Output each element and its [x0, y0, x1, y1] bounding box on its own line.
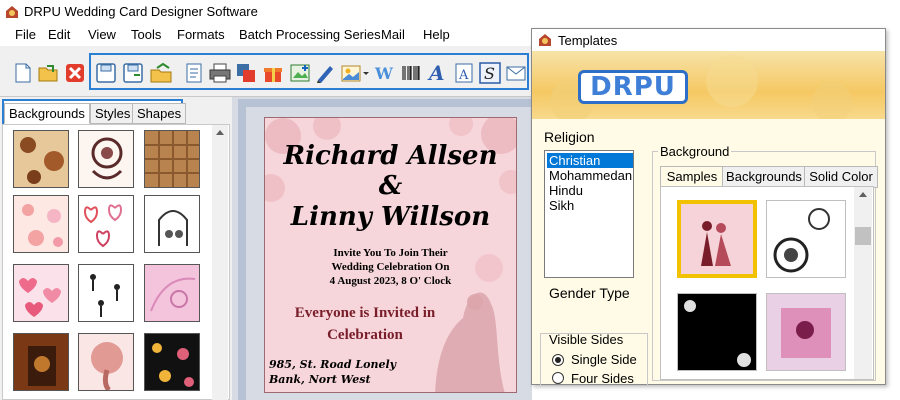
left-panel-tabs: Backgrounds Styles Shapes [2, 99, 187, 124]
background-thumb[interactable] [144, 130, 200, 188]
menu-file[interactable]: File [15, 27, 36, 42]
tab-backgrounds[interactable]: Backgrounds [4, 103, 90, 124]
background-thumb[interactable] [144, 264, 200, 322]
background-thumb[interactable] [78, 264, 134, 322]
svg-text:S: S [484, 64, 495, 83]
card-invite-line1: Invite You To Join Their [333, 247, 448, 259]
text-icon[interactable]: A [427, 60, 449, 84]
mail-icon[interactable] [505, 62, 527, 84]
religion-option-christian[interactable]: Christian [547, 153, 633, 168]
barcode-icon[interactable] [400, 62, 422, 84]
four-sides-label[interactable]: Four Sides [571, 371, 634, 386]
card-everyone-line2: Celebration [327, 327, 403, 343]
picture-icon[interactable] [340, 62, 370, 84]
gift-icon[interactable] [262, 62, 284, 84]
samples-scrollbar[interactable] [854, 187, 872, 379]
religion-label: Religion [544, 129, 595, 145]
visible-sides-label: Visible Sides [549, 332, 624, 347]
menu-mail[interactable]: Mail [381, 27, 405, 42]
menu-edit[interactable]: Edit [48, 27, 70, 42]
title-bar: DRPU Wedding Card Designer Software [0, 0, 532, 24]
sample-template[interactable] [677, 293, 757, 371]
signature-icon[interactable]: S [479, 62, 501, 84]
card-invite-line2: Wedding Celebration On [331, 261, 450, 273]
drpu-logo: DRPU [578, 70, 688, 104]
wordart-icon[interactable]: W [374, 62, 396, 84]
radio-single-side[interactable] [552, 354, 564, 366]
background-thumb[interactable] [13, 264, 69, 322]
menu-batch-processing[interactable]: Batch Processing Series [239, 27, 381, 42]
card-bride-name: Linny Willson [290, 202, 491, 232]
properties-icon[interactable] [183, 62, 205, 84]
sample-template[interactable] [766, 200, 846, 278]
background-thumb[interactable] [78, 195, 134, 253]
tab-samples[interactable]: Samples [660, 166, 724, 188]
tab-solid-color[interactable]: Solid Color [804, 166, 878, 188]
tab-template-backgrounds[interactable]: Backgrounds [722, 166, 806, 188]
scroll-up-icon[interactable] [859, 191, 867, 197]
tab-shapes[interactable]: Shapes [132, 103, 187, 124]
svg-text:A: A [458, 68, 469, 83]
card-everyone-line1: Everyone is Invited in [294, 305, 436, 321]
save-as-icon[interactable] [122, 62, 144, 84]
svg-text:A: A [427, 61, 445, 84]
horizontal-ruler [238, 99, 532, 107]
religion-listbox[interactable]: Christian Mohammedan Hindu Sikh [544, 150, 634, 278]
copy-design-icon[interactable] [235, 62, 257, 84]
tab-styles[interactable]: Styles [90, 103, 136, 124]
sample-template-selected[interactable] [677, 200, 757, 278]
scroll-up-icon[interactable] [216, 129, 224, 135]
menu-view[interactable]: View [88, 27, 116, 42]
gender-type-label: Gender Type [549, 285, 630, 301]
menu-bar: File Edit View Tools Formats Batch Proce… [0, 24, 532, 46]
card-date: 4 August 2023, 8 O' Clock [329, 275, 452, 287]
single-side-label[interactable]: Single Side [571, 352, 637, 367]
background-thumb[interactable] [13, 333, 69, 391]
templates-title: Templates [558, 33, 618, 48]
svg-text:W: W [374, 64, 394, 83]
menu-formats[interactable]: Formats [177, 27, 225, 42]
radio-dot [555, 357, 561, 363]
templates-icon [539, 34, 551, 46]
background-label: Background [658, 144, 732, 159]
menu-tools[interactable]: Tools [131, 27, 161, 42]
background-thumb[interactable] [78, 333, 134, 391]
sample-template[interactable] [766, 293, 846, 371]
card-address-line1: 985, St. Road Lonely [269, 358, 397, 371]
radio-four-sides[interactable] [552, 372, 564, 384]
add-image-icon[interactable] [289, 62, 311, 84]
religion-option-mohammedan[interactable]: Mohammedan [547, 168, 633, 183]
app-title: DRPU Wedding Card Designer Software [24, 4, 258, 19]
open-icon[interactable] [37, 62, 59, 84]
print-icon[interactable] [208, 62, 232, 84]
card-groom-name: Richard Allsen [283, 141, 498, 171]
religion-option-hindu[interactable]: Hindu [547, 183, 633, 198]
card-ampersand: & [378, 171, 403, 201]
background-thumb[interactable] [13, 130, 69, 188]
app-icon [6, 6, 18, 18]
text-box-icon[interactable]: A [453, 62, 475, 84]
pen-icon[interactable] [314, 62, 336, 84]
background-thumb[interactable] [144, 333, 200, 391]
menu-help[interactable]: Help [423, 27, 450, 42]
background-thumb[interactable] [13, 195, 69, 253]
religion-option-sikh[interactable]: Sikh [547, 198, 633, 213]
save-icon[interactable] [95, 62, 117, 84]
close-icon[interactable] [64, 62, 86, 84]
export-icon[interactable] [149, 62, 173, 84]
thumbnail-scrollbar[interactable] [212, 125, 228, 400]
background-thumb[interactable] [78, 130, 134, 188]
background-thumb[interactable] [144, 195, 200, 253]
new-icon[interactable] [12, 62, 34, 84]
templates-title-bar: Templates [532, 29, 885, 51]
scroll-thumb[interactable] [855, 227, 871, 245]
vertical-ruler [238, 107, 246, 400]
wedding-card[interactable]: Richard Allsen & Linny Willson Invite Yo… [264, 117, 517, 393]
card-address-line2: Bank, Nort West [269, 373, 371, 386]
